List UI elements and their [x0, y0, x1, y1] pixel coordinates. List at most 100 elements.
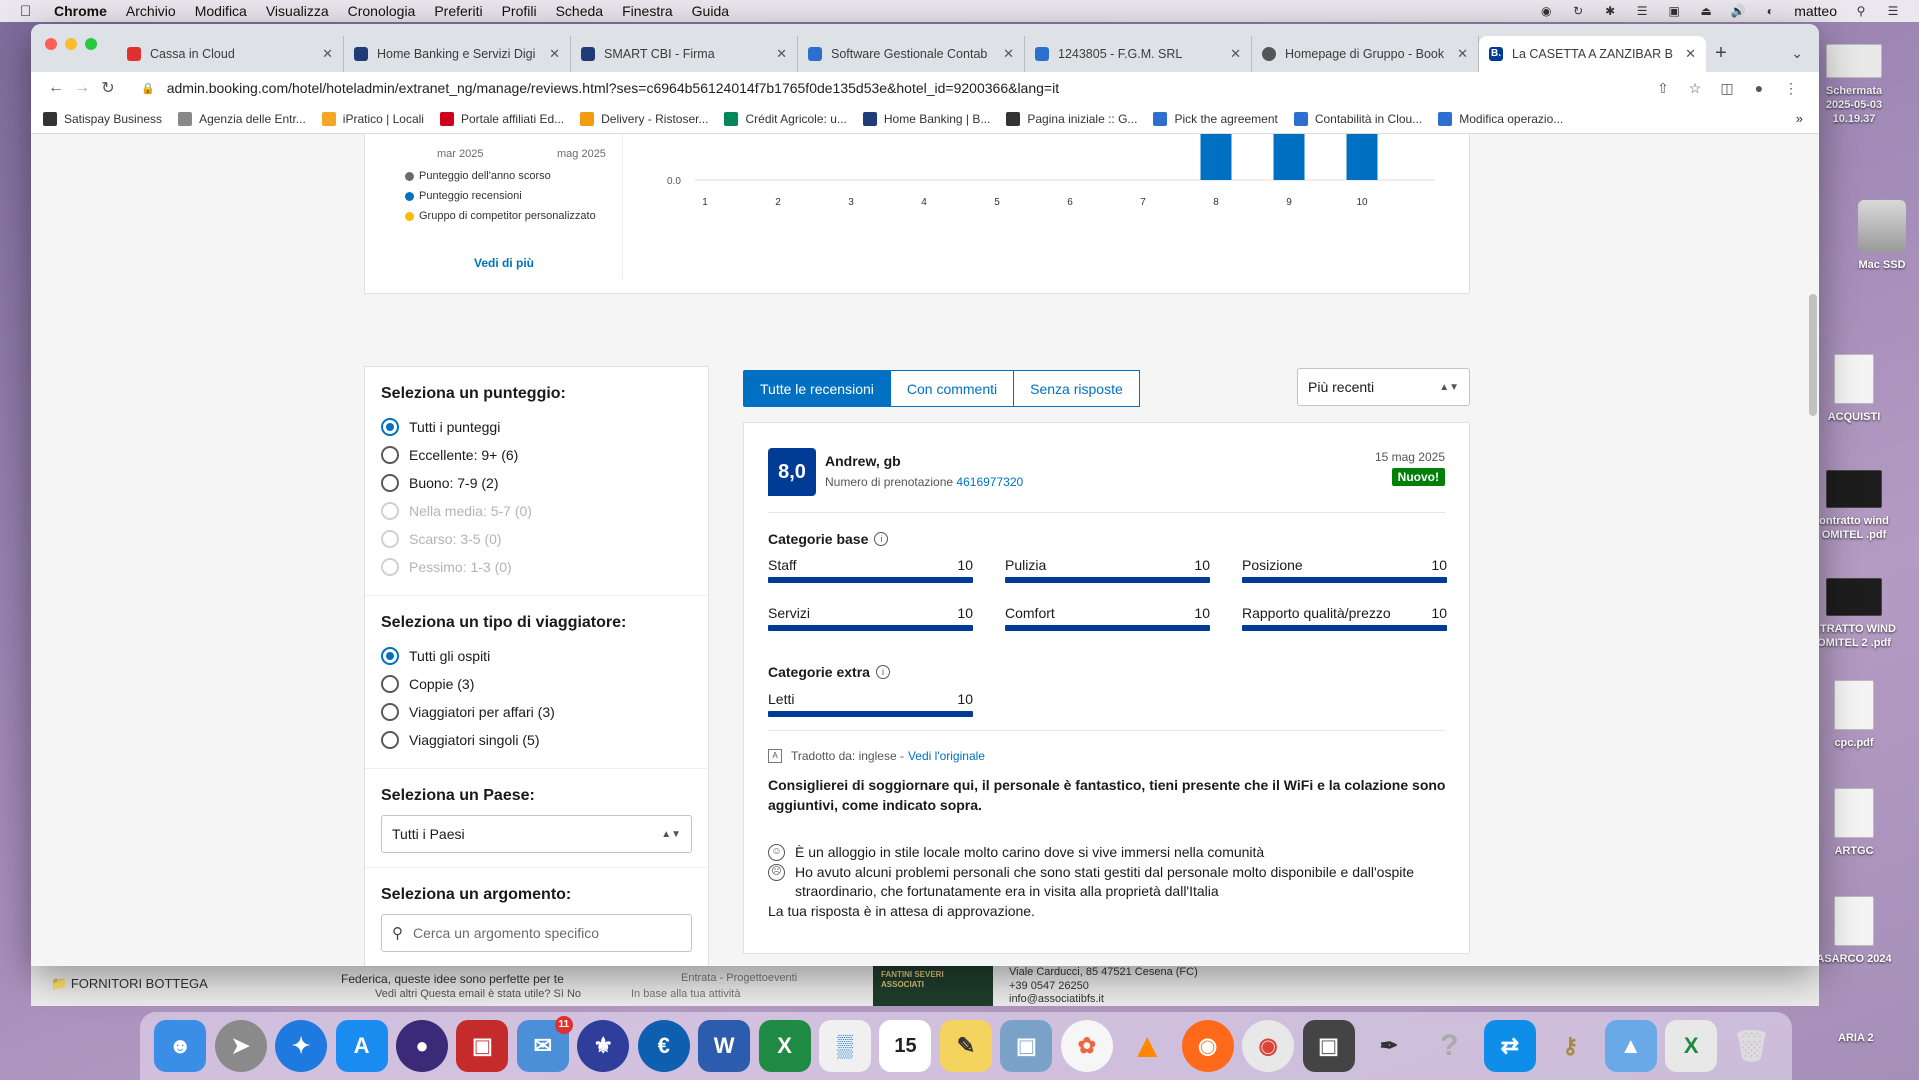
time-machine-icon[interactable]: ↻ — [1570, 4, 1586, 18]
calendar-icon[interactable]: 15 — [879, 1020, 932, 1072]
back-button[interactable]: ← — [43, 79, 69, 97]
topic-search-input[interactable]: ⚲ Cerca un argomento specifico — [381, 914, 692, 952]
new-tab-button[interactable]: + — [1706, 36, 1736, 72]
airplay-icon[interactable]: ▣ — [1666, 4, 1682, 18]
vlc-icon[interactable]: ▲ — [1121, 1020, 1173, 1072]
chrome-icon[interactable]: ◉ — [1242, 1020, 1295, 1072]
radio-button[interactable] — [381, 446, 399, 464]
tab-fgm-srl[interactable]: 1243805 - F.G.M. SRL ✕ — [1025, 36, 1252, 72]
tab-without-replies[interactable]: Senza risposte — [1014, 370, 1140, 407]
bluetooth-icon[interactable]: ✱ — [1602, 4, 1618, 18]
desktop-icon-mac-ssd[interactable]: Mac SSD — [1840, 200, 1919, 272]
folder-fornitori-bottega[interactable]: 📁 FORNITORI BOTTEGA — [51, 976, 208, 992]
recent-document-icon[interactable]: X — [1665, 1020, 1718, 1072]
lock-icon[interactable]: 🔒 — [141, 82, 155, 95]
skype-icon[interactable]: ◉ — [1538, 4, 1554, 18]
tab-with-comments[interactable]: Con commenti — [890, 370, 1015, 407]
bookmark-contabilita[interactable]: Contabilità in Clou... — [1293, 111, 1422, 126]
apple-menu-icon[interactable]:  — [20, 3, 40, 20]
app-store-icon[interactable]: A — [335, 1020, 388, 1072]
menu-profili[interactable]: Profili — [502, 3, 537, 19]
bookmark-satispay[interactable]: Satispay Business — [43, 111, 162, 126]
bookmark-delivery[interactable]: Delivery - Ristoser... — [580, 111, 708, 126]
applications-folder-icon[interactable]: ▲ — [1604, 1020, 1657, 1072]
menu-modifica[interactable]: Modifica — [195, 3, 247, 19]
notes-icon[interactable]: ✎ — [939, 1020, 992, 1072]
zoom-window-button[interactable] — [85, 38, 97, 50]
tab-software-gestionale[interactable]: Software Gestionale Contab ✕ — [798, 36, 1025, 72]
desktop-icon-screenshot[interactable]: Schermata 2025-05-03 10.19.37 — [1812, 44, 1896, 126]
desktop-icon-asarco[interactable]: ASARCO 2024 — [1812, 896, 1896, 966]
preview-icon[interactable]: ▣ — [1000, 1020, 1053, 1072]
country-select[interactable]: Tutti i Paesi ▲▼ — [381, 815, 692, 853]
do-not-disturb-icon[interactable]: ◐ — [1762, 4, 1778, 18]
image-capture-icon[interactable]: ▣ — [1302, 1020, 1355, 1072]
menu-visualizza[interactable]: Visualizza — [266, 3, 329, 19]
word-icon[interactable]: W — [698, 1020, 751, 1072]
info-icon[interactable]: i — [875, 665, 890, 679]
forward-button[interactable]: → — [69, 79, 95, 97]
menu-archivio[interactable]: Archivio — [126, 3, 176, 19]
teamviewer-icon[interactable]: ⇄ — [1483, 1020, 1536, 1072]
tab-homepage-gruppo[interactable]: Homepage di Gruppo - Book ✕ — [1252, 36, 1479, 72]
help-icon[interactable]: ? — [1423, 1020, 1475, 1072]
menu-preferiti[interactable]: Preferiti — [434, 3, 482, 19]
desktop-icon-contratto-wind[interactable]: ontratto wind OMITEL .pdf — [1812, 470, 1896, 542]
radio-button[interactable] — [381, 731, 399, 749]
bookmark-pagina-iniziale[interactable]: Pagina iniziale :: G... — [1006, 111, 1137, 126]
numbers-icon[interactable]: ▒ — [819, 1020, 872, 1072]
bookmark-star-icon[interactable]: ☆ — [1679, 80, 1711, 97]
keychain-icon[interactable]: ⚷ — [1544, 1020, 1596, 1072]
bookmark-pick-agreement[interactable]: Pick the agreement — [1153, 111, 1278, 126]
tab-cassa-in-cloud[interactable]: Cassa in Cloud ✕ — [117, 36, 344, 72]
desktop-icon-cpc[interactable]: cpc.pdf — [1812, 680, 1896, 750]
radio-button[interactable] — [381, 474, 399, 492]
mail-stamp-icon[interactable]: ✉ 11 — [516, 1016, 573, 1072]
radio-button[interactable] — [381, 647, 399, 665]
fleur-app-icon[interactable]: ⚜ — [577, 1020, 630, 1072]
traveler-option-business[interactable]: Viaggiatori per affari (3) — [381, 698, 692, 726]
tab-all-reviews[interactable]: Tutte le recensioni — [743, 370, 891, 407]
menu-cronologia[interactable]: Cronologia — [348, 3, 416, 19]
tab-home-banking[interactable]: Home Banking e Servizi Digi ✕ — [344, 36, 571, 72]
address-bar[interactable]: 🔒 admin.booking.com/hotel/hoteladmin/ext… — [131, 74, 1637, 102]
booking-number-link[interactable]: 4616977320 — [956, 475, 1023, 489]
trash-icon[interactable]: 🗑 — [1726, 1020, 1778, 1072]
minimize-window-button[interactable] — [65, 38, 77, 50]
notification-center-icon[interactable]: ☰ — [1885, 4, 1901, 18]
page-scrollbar[interactable] — [1809, 294, 1817, 416]
sort-select[interactable]: Più recenti ▲▼ — [1297, 368, 1470, 406]
bookmark-ipratico[interactable]: iPratico | Locali — [321, 111, 424, 126]
screen-sharing-icon[interactable]: ▣ — [456, 1020, 509, 1072]
traveler-option-all[interactable]: Tutti gli ospiti — [381, 642, 692, 670]
desktop-icon-contratto-wind-2[interactable]: NTRATTO WIND OMITEL 2 .pdf — [1812, 578, 1896, 650]
bookmark-credit-agricole[interactable]: Crédit Agricole: u... — [724, 111, 847, 126]
see-more-link[interactable]: Vedi di più — [474, 256, 534, 270]
desktop-icon-acquisti[interactable]: ACQUISTI — [1812, 354, 1896, 424]
view-original-link[interactable]: Vedi l'originale — [908, 749, 985, 763]
firefox-icon[interactable]: ◉ — [1181, 1020, 1234, 1072]
reload-button[interactable]: ↻ — [95, 78, 121, 98]
menu-finestra[interactable]: Finestra — [622, 3, 673, 19]
mail-subject[interactable]: Federica, queste idee sono perfette per … — [341, 972, 564, 986]
bookmark-agenzia-entrate[interactable]: Agenzia delle Entr... — [178, 111, 306, 126]
volume-icon[interactable]: 🔊 — [1730, 4, 1746, 18]
close-tab-icon[interactable]: ✕ — [1003, 46, 1014, 62]
radio-button[interactable] — [381, 703, 399, 721]
spotlight-search-icon[interactable]: ⚲ — [1853, 4, 1869, 18]
close-tab-icon[interactable]: ✕ — [776, 46, 787, 62]
bookmarks-overflow-icon[interactable]: » — [1796, 111, 1803, 126]
radio-button[interactable] — [381, 418, 399, 436]
traveler-option-couples[interactable]: Coppie (3) — [381, 670, 692, 698]
close-tab-icon[interactable]: ✕ — [1685, 46, 1696, 62]
traveler-option-solo[interactable]: Viaggiatori singoli (5) — [381, 726, 692, 754]
siri-icon[interactable]: ● — [395, 1020, 448, 1072]
desktop-icon-artgc[interactable]: ARTGC — [1812, 788, 1896, 858]
tab-search-chevron-icon[interactable]: ⌄ — [1791, 45, 1803, 62]
finder-icon[interactable]: ☻ — [154, 1020, 207, 1072]
menu-guida[interactable]: Guida — [692, 3, 729, 19]
safari-icon[interactable]: ✦ — [275, 1020, 328, 1072]
profile-avatar-icon[interactable]: ● — [1743, 80, 1775, 96]
score-option-good[interactable]: Buono: 7-9 (2) — [381, 469, 692, 497]
bookmark-portale-affiliati[interactable]: Portale affiliati Ed... — [439, 111, 564, 126]
